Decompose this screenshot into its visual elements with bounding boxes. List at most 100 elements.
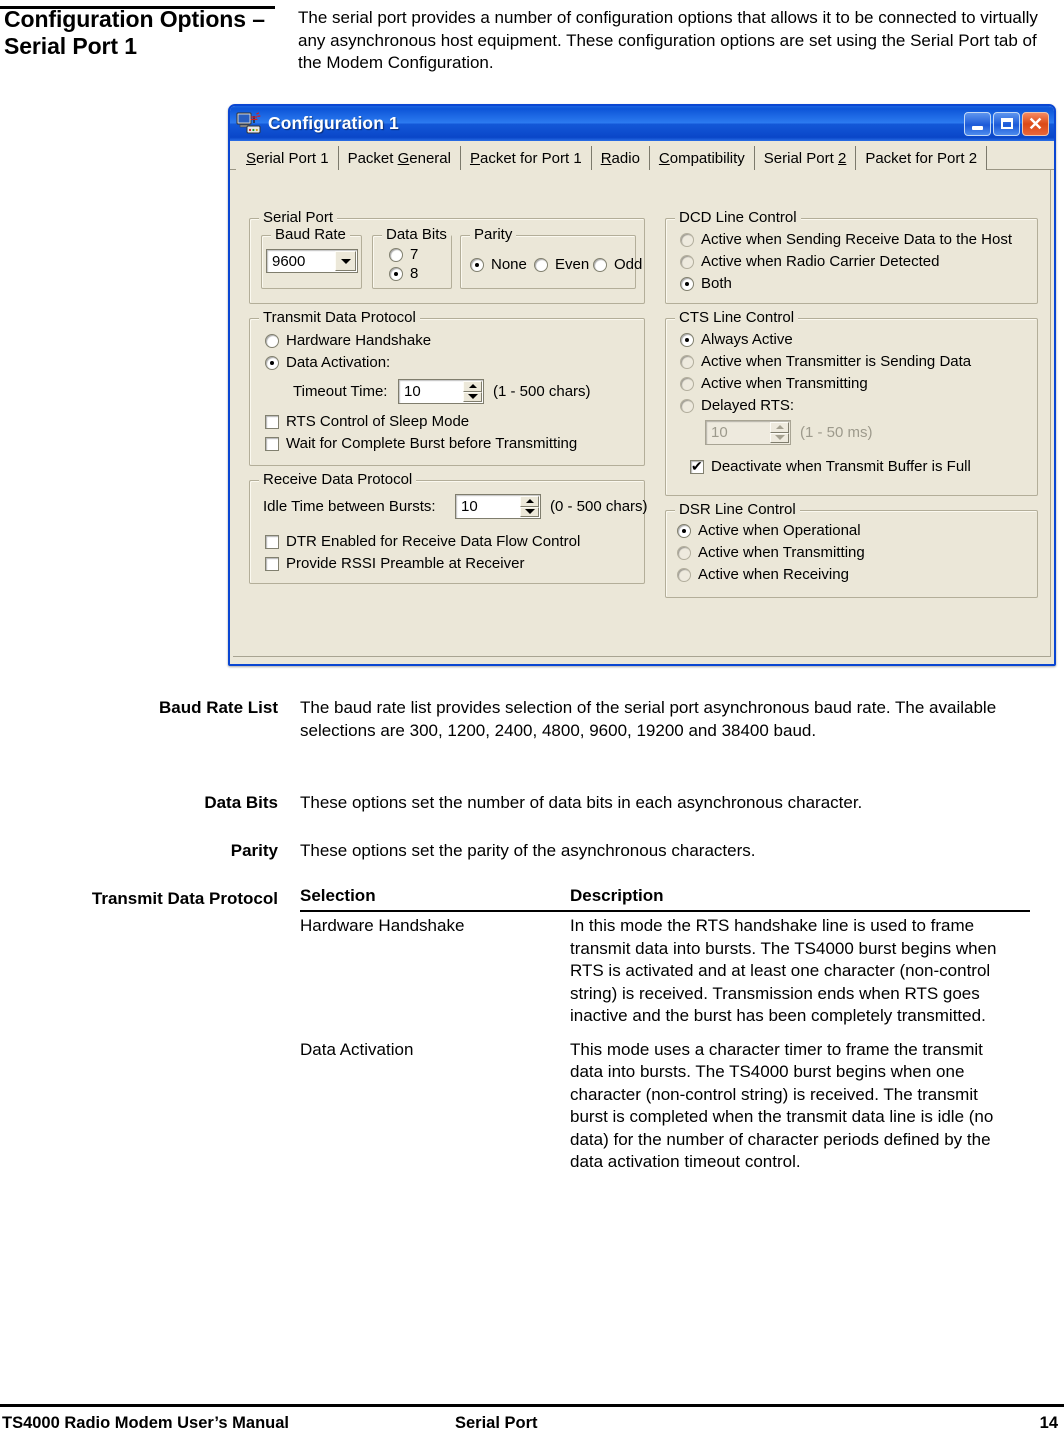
minimize-button[interactable] [964,111,991,136]
group-cts-line-control-legend: CTS Line Control [675,310,799,325]
radio-label: 8 [410,265,419,282]
spinner-buttons[interactable] [520,496,539,517]
close-icon: ✕ [1027,113,1044,134]
radio-label: Odd [614,256,643,273]
column-header-selection: Selection [300,886,570,912]
group-transmit-data-protocol: Transmit Data Protocol Hardware Handshak… [249,310,645,466]
dialog-title: Configuration 1 [268,113,399,133]
spinner-up-button[interactable] [770,422,789,433]
radio-cts-delayed-rts[interactable]: Delayed RTS: [680,398,794,414]
delayed-rts-value: 10 [711,424,728,441]
radio-label: Active when Transmitting [698,544,865,561]
group-baud-rate: Baud Rate 9600 [261,227,362,289]
tab-radio[interactable]: Radio [591,146,650,171]
timeout-time-range: (1 - 500 chars) [493,383,591,400]
radio-parity-even[interactable]: Even [534,257,589,273]
close-button[interactable]: ✕ [1022,111,1049,136]
radio-dcd-both[interactable]: Both [680,276,732,292]
idle-time-spinner[interactable]: 10 [455,494,541,519]
radio-label: Active when Receiving [698,566,849,583]
triangle-down-icon [774,435,785,441]
checkbox-provide-rssi-preamble[interactable]: Provide RSSI Preamble at Receiver [265,556,524,572]
spinner-down-button[interactable] [463,391,482,402]
radio-icon [677,546,691,560]
timeout-time-label: Timeout Time: [293,383,388,400]
tab-serial-port-2[interactable]: Serial Port 2 [754,146,857,171]
group-serial-port-legend: Serial Port [259,210,338,225]
group-dsr-line-control: DSR Line Control Active when Operational… [665,502,1038,598]
baud-rate-dropdown-button[interactable] [335,251,356,271]
definition-parity: These options set the parity of the asyn… [300,841,756,860]
maximize-button[interactable] [993,111,1020,136]
spinner-up-button[interactable] [520,496,539,507]
term-data-bits: Data Bits [204,793,278,812]
spinner-down-button[interactable] [520,506,539,517]
checkbox-rts-control-of-sleep-mode[interactable]: RTS Control of Sleep Mode [265,414,469,430]
radio-parity-odd[interactable]: Odd [593,257,642,273]
radio-label: Hardware Handshake [286,332,432,349]
radio-cts-transmitter-sending-data[interactable]: Active when Transmitter is Sending Data [680,354,971,370]
radio-icon [534,258,548,272]
radio-hardware-handshake[interactable]: Hardware Handshake [265,333,431,349]
radio-icon [680,355,694,369]
tab-compatibility[interactable]: Compatibility [649,146,755,171]
cell-selection: Hardware Handshake [300,916,465,935]
radio-icon [680,377,694,391]
spinner-buttons[interactable] [463,381,482,402]
radio-label: Even [555,256,590,273]
footer-left: TS4000 Radio Modem User’s Manual [2,1414,290,1432]
checkbox-dtr-enabled[interactable]: DTR Enabled for Receive Data Flow Contro… [265,534,580,550]
radio-dcd-radio-carrier-detected[interactable]: Active when Radio Carrier Detected [680,254,939,270]
radio-data-activation[interactable]: Data Activation: [265,355,390,371]
table-row: Hardware Handshake In this mode the RTS … [300,911,1030,1036]
checkbox-icon [265,415,279,429]
radio-label: Always Active [701,331,793,348]
radio-cts-active-when-transmitting[interactable]: Active when Transmitting [680,376,868,392]
tab-strip: Serial Port 1 Packet General Packet for … [230,141,1054,171]
checkbox-deactivate-when-buffer-full[interactable]: Deactivate when Transmit Buffer is Full [690,457,971,475]
radio-dsr-active-when-transmitting[interactable]: Active when Transmitting [677,545,865,561]
definition-baud-rate-list: The baud rate list provides selection of… [300,698,997,740]
minimize-icon [972,125,983,130]
timeout-time-value: 10 [404,383,421,400]
spinner-up-button[interactable] [463,381,482,392]
radio-dsr-active-when-receiving[interactable]: Active when Receiving [677,567,849,583]
radio-icon [680,233,694,247]
checkbox-wait-for-complete-burst[interactable]: Wait for Complete Burst before Transmitt… [265,436,577,452]
footer-page-number: 14 [1039,1414,1058,1432]
window-controls: ✕ [964,111,1051,136]
spinner-buttons[interactable] [770,422,789,443]
dialog-titlebar[interactable]: Configuration 1 ✕ [230,106,1054,141]
table-header-row: Selection Description [300,886,1030,912]
radio-label: None [491,256,527,273]
tab-serial-port-1[interactable]: Serial Port 1 [236,146,339,171]
radio-cts-always-active[interactable]: Always Active [680,332,793,348]
checkbox-label: RTS Control of Sleep Mode [286,413,470,430]
radio-dcd-sending-receive-data[interactable]: Active when Sending Receive Data to the … [680,232,1012,248]
radio-label: Active when Transmitting [701,375,868,392]
radio-data-bits-7[interactable]: 7 [389,247,418,263]
baud-rate-combobox[interactable]: 9600 [266,249,358,273]
group-dcd-line-control: DCD Line Control Active when Sending Rec… [665,210,1038,304]
triangle-up-icon [775,425,784,430]
radio-parity-none[interactable]: None [470,257,527,273]
radio-label: Delayed RTS: [701,397,795,414]
footer-rule [0,1404,1064,1407]
tab-packet-general[interactable]: Packet General [338,146,461,171]
tab-packet-for-port-2[interactable]: Packet for Port 2 [856,146,988,171]
radio-label: 7 [410,246,419,263]
checkbox-label: Provide RSSI Preamble at Receiver [286,555,525,572]
radio-data-bits-8[interactable]: 8 [389,266,418,282]
spinner-down-button[interactable] [770,432,789,443]
cell-selection: Data Activation [300,1039,414,1059]
tab-packet-for-port-1[interactable]: Packet for Port 1 [460,146,592,171]
configuration-dialog: Configuration 1 ✕ Serial Port 1 Packet G… [228,104,1056,666]
group-transmit-data-protocol-legend: Transmit Data Protocol [259,310,420,325]
group-dcd-line-control-legend: DCD Line Control [675,210,801,225]
delayed-rts-spinner[interactable]: 10 [705,420,791,445]
timeout-time-spinner[interactable]: 10 [398,379,484,404]
term-transmit-data-protocol: Transmit Data Protocol [91,889,278,908]
radio-label: Active when Radio Carrier Detected [701,253,940,270]
radio-dsr-active-when-operational[interactable]: Active when Operational [677,523,861,539]
group-serial-port: Serial Port Baud Rate 9600 Data Bits 7 8… [249,210,645,304]
